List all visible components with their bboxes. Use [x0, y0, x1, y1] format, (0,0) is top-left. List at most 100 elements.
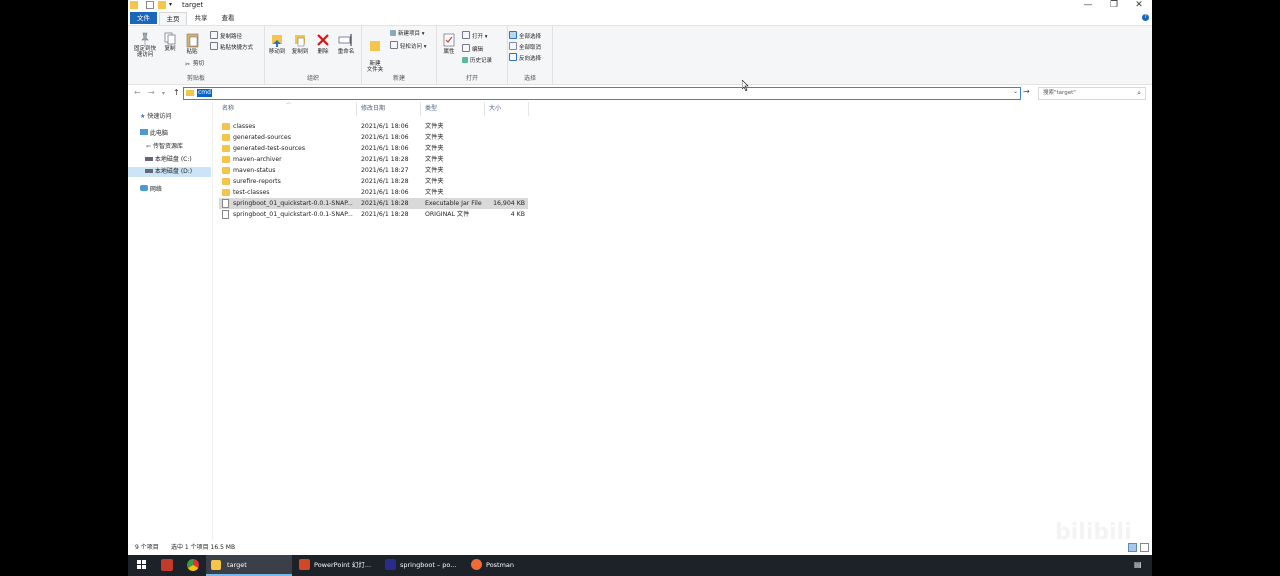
- column-divider[interactable]: [420, 102, 421, 116]
- move-to-button[interactable]: 移动到: [266, 32, 288, 55]
- column-divider[interactable]: [484, 102, 485, 116]
- minimize-button[interactable]: —: [1075, 0, 1101, 11]
- column-divider[interactable]: [356, 102, 357, 116]
- copy-button[interactable]: 复制: [161, 32, 179, 52]
- go-arrow-icon[interactable]: →: [1023, 87, 1030, 96]
- nav-drive-c[interactable]: 本地磁盘 (C:): [145, 155, 192, 165]
- address-dropdown-icon[interactable]: ⌄: [1013, 88, 1018, 95]
- copy-to-button[interactable]: 复制到: [289, 32, 311, 55]
- delete-x-icon: [317, 34, 329, 46]
- file-row[interactable]: maven-status 2021/6/1 18:27 文件夹: [219, 165, 528, 176]
- delete-button[interactable]: 删除: [315, 32, 331, 55]
- folder-icon: [130, 1, 138, 9]
- file-size: 16,904 KB: [493, 200, 525, 207]
- file-row[interactable]: classes 2021/6/1 18:06 文件夹: [219, 121, 528, 132]
- clipboard-group-label: 剪贴板: [186, 75, 205, 82]
- file-name: maven-archiver: [233, 156, 282, 163]
- select-all-label: 全部选择: [519, 34, 542, 40]
- up-arrow-icon[interactable]: ↑: [173, 88, 180, 97]
- edit-button[interactable]: 编辑: [462, 44, 483, 54]
- rename-button[interactable]: 重命名: [334, 32, 358, 55]
- paste-button[interactable]: 粘贴: [183, 32, 201, 55]
- taskbar-label: PowerPoint 幻灯...: [314, 561, 372, 569]
- new-item-label: 新建项目 ▾: [398, 31, 425, 37]
- cut-button[interactable]: ✂ 剪切: [185, 61, 204, 68]
- tab-view[interactable]: 查看: [215, 12, 241, 24]
- tab-file[interactable]: 文件: [130, 12, 157, 24]
- large-icons-view-icon[interactable]: [1140, 543, 1149, 552]
- open-group: 属性 打开 ▾ 编辑 历史记录 打开: [437, 26, 508, 84]
- app-pinned-icon[interactable]: [161, 559, 173, 571]
- taskbar-item-target[interactable]: target: [206, 555, 292, 576]
- chrome-icon[interactable]: [187, 559, 199, 571]
- file-row[interactable]: test-classes 2021/6/1 18:06 文件夹: [219, 187, 528, 198]
- select-none-button[interactable]: 全部取消: [509, 42, 541, 52]
- file-row[interactable]: springboot_01_quickstart-0.0.1-SNAP... 2…: [219, 209, 528, 220]
- new-folder-quick-icon[interactable]: [158, 1, 166, 9]
- file-row[interactable]: maven-archiver 2021/6/1 18:28 文件夹: [219, 154, 528, 165]
- search-icon[interactable]: ⌕: [1137, 88, 1141, 99]
- nav-drive-d[interactable]: 本地磁盘 (D:): [128, 167, 211, 177]
- file-date: 2021/6/1 18:28: [361, 211, 409, 218]
- notification-icon[interactable]: ▤: [1134, 560, 1142, 569]
- tab-share[interactable]: 共享: [188, 12, 214, 24]
- column-header-size[interactable]: 大小: [489, 103, 501, 112]
- folder-icon: [222, 134, 230, 141]
- forward-arrow-icon[interactable]: →: [148, 88, 155, 97]
- copy-path-button[interactable]: 复制路径: [210, 31, 242, 41]
- file-row[interactable]: generated-test-sources 2021/6/1 18:06 文件…: [219, 143, 528, 154]
- open-label: 打开 ▾: [472, 34, 488, 40]
- open-button[interactable]: 打开 ▾: [462, 31, 488, 41]
- help-icon[interactable]: ?: [1142, 14, 1149, 21]
- taskbar-item-intellij[interactable]: springboot – po...: [380, 555, 464, 576]
- select-group-label: 选择: [523, 75, 536, 82]
- file-size: 4 KB: [510, 211, 525, 218]
- back-arrow-icon[interactable]: ←: [134, 88, 141, 97]
- taskbar: target PowerPoint 幻灯... springboot – po.…: [128, 555, 1152, 576]
- address-input-text[interactable]: cmd: [197, 89, 212, 97]
- nav-label: 快速访问: [147, 113, 172, 120]
- select-all-button[interactable]: 全部选择: [509, 31, 541, 41]
- nav-network[interactable]: 网络: [140, 185, 162, 195]
- file-row[interactable]: surefire-reports 2021/6/1 18:28 文件夹: [219, 176, 528, 187]
- easy-access-label: 轻松访问 ▾: [400, 44, 427, 50]
- column-header-name[interactable]: 名称: [222, 103, 234, 112]
- file-row[interactable]: generated-sources 2021/6/1 18:06 文件夹: [219, 132, 528, 143]
- properties-quick-icon[interactable]: [146, 1, 154, 9]
- pin-button[interactable]: 固定到快速访问: [130, 32, 160, 58]
- file-row-selected[interactable]: springboot_01_quickstart-0.0.1-SNAP... 2…: [219, 198, 528, 209]
- edit-icon: [462, 44, 470, 52]
- windows-start-icon[interactable]: [137, 560, 147, 570]
- taskbar-item-powerpoint[interactable]: PowerPoint 幻灯...: [294, 555, 378, 576]
- nav-network-drive[interactable]: ⇐ 传智资源库: [146, 142, 183, 152]
- invert-selection-button[interactable]: 反向选择: [509, 53, 541, 63]
- paste-icon: [186, 33, 198, 48]
- easy-access-button[interactable]: 轻松访问 ▾: [390, 41, 427, 51]
- tab-home[interactable]: 主页: [159, 12, 187, 25]
- nav-this-pc[interactable]: 此电脑: [140, 129, 168, 139]
- history-button[interactable]: 历史记录: [462, 57, 492, 65]
- column-header-date[interactable]: 修改日期: [361, 103, 385, 112]
- address-bar[interactable]: cmd ⌄: [183, 87, 1021, 100]
- search-box[interactable]: 搜索"target" ⌕: [1038, 87, 1146, 100]
- new-folder-button[interactable]: 新建 文件夹: [364, 32, 386, 73]
- intellij-icon: [385, 559, 396, 570]
- taskbar-item-postman[interactable]: Postman: [466, 555, 550, 576]
- nav-quick-access[interactable]: ★ 快速访问: [140, 112, 171, 122]
- column-divider[interactable]: [528, 102, 529, 116]
- file-name: test-classes: [233, 189, 270, 196]
- maximize-button[interactable]: ❐: [1101, 0, 1127, 11]
- paste-shortcut-button[interactable]: 粘贴快捷方式: [210, 42, 253, 52]
- properties-button[interactable]: 属性: [439, 32, 459, 55]
- new-folder-icon: [370, 41, 380, 51]
- taskbar-label: springboot – po...: [400, 561, 457, 569]
- file-name: springboot_01_quickstart-0.0.1-SNAP...: [233, 200, 353, 207]
- star-icon: ★: [140, 113, 146, 120]
- column-header-type[interactable]: 类型: [425, 103, 437, 112]
- recent-locations-icon[interactable]: ▾: [162, 90, 165, 97]
- close-button[interactable]: ✕: [1126, 0, 1152, 11]
- clipboard-group: 固定到快速访问 复制 粘贴 复制路径 粘贴快捷方式 ✂ 剪切 剪贴板: [128, 26, 265, 84]
- customize-quick-access-icon[interactable]: ▾: [169, 1, 177, 9]
- jar-file-icon: [222, 199, 229, 208]
- new-item-button[interactable]: 新建项目 ▾: [390, 30, 425, 38]
